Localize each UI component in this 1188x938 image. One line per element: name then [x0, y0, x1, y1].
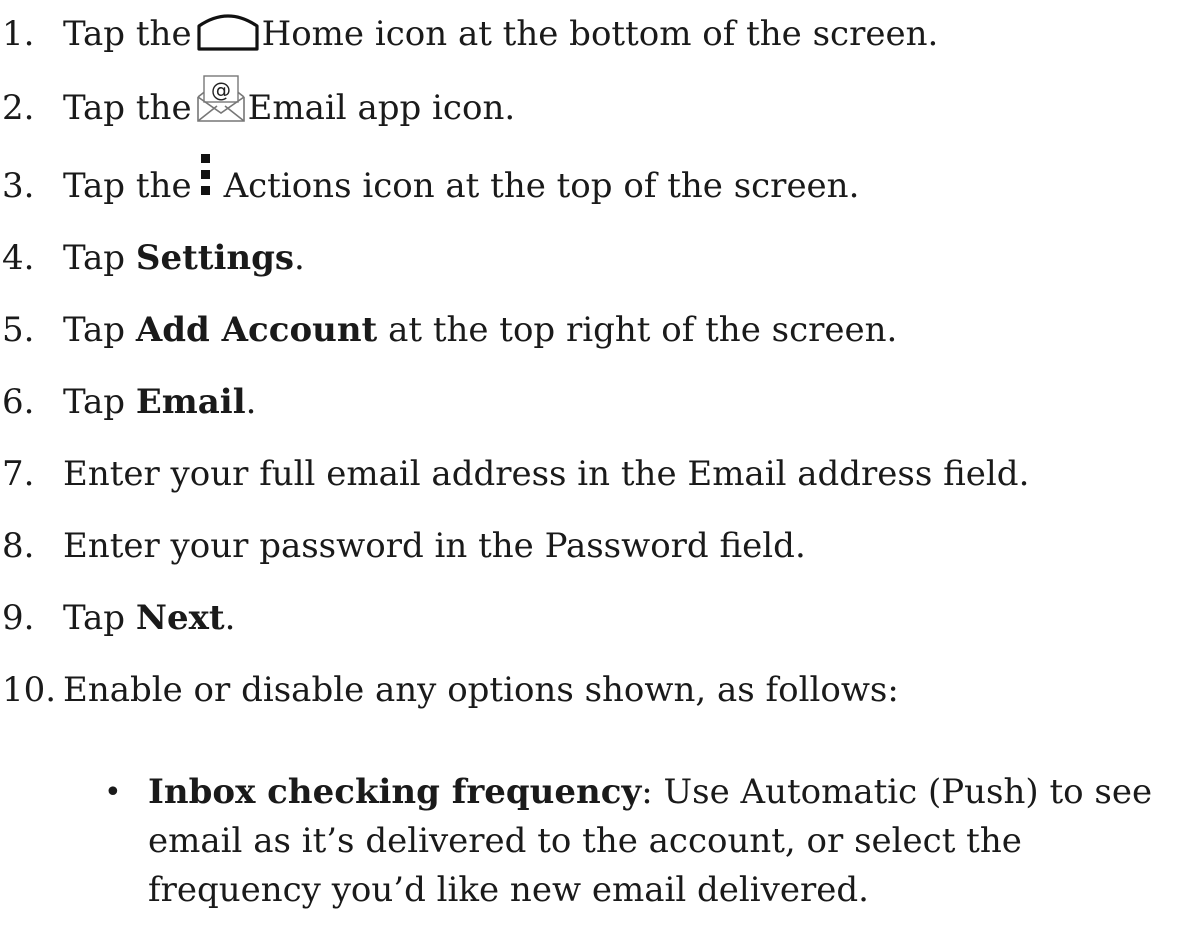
- step-text: Enter your password in the Password fiel…: [63, 526, 806, 566]
- step-text: Tap the Home icon at the bottom of the sc…: [63, 6, 938, 62]
- bullet: •: [104, 775, 122, 810]
- step-post-text: .: [294, 238, 305, 278]
- step-text: Tap Add Account at the top right of the …: [63, 302, 897, 358]
- step-number: 1.: [2, 14, 35, 54]
- next-label: Next: [135, 598, 225, 638]
- sub-item-text: Inbox checking frequency: Use Automatic …: [148, 768, 1182, 915]
- step-post-text: .: [224, 598, 236, 638]
- step-number: 4.: [2, 238, 35, 278]
- step-post-text: .: [245, 382, 257, 422]
- inbox-frequency-label: Inbox checking frequency: [148, 772, 642, 812]
- step-number: 9.: [2, 598, 35, 638]
- add-account-label: Add Account: [135, 310, 378, 350]
- step-number: 2.: [2, 88, 35, 128]
- step-post-text: Home icon at the bottom of the screen.: [261, 14, 939, 54]
- step-number: 10.: [2, 670, 57, 710]
- step-text: Tap the Actions icon at the top of the s…: [63, 154, 860, 216]
- step-text: Tap Settings.: [63, 230, 305, 286]
- step-number: 3.: [2, 166, 35, 206]
- step-number: 6.: [2, 382, 35, 422]
- step-pre-text: Tap: [63, 238, 136, 278]
- email-app-icon: @: [196, 73, 246, 123]
- step-post-text: Email app icon.: [247, 88, 516, 128]
- email-label: Email: [135, 382, 246, 422]
- settings-label: Settings: [135, 238, 295, 278]
- instructions-page: 1. Tap the Home icon at the bottom of the…: [0, 0, 1188, 938]
- step-pre-text: Tap: [63, 598, 136, 638]
- actions-icon: [198, 150, 214, 206]
- step-pre-text: Tap the: [63, 166, 192, 206]
- step-pre-text: Tap the: [63, 14, 192, 54]
- step-pre-text: Tap the: [63, 88, 192, 128]
- step-pre-text: Tap: [63, 382, 136, 422]
- svg-text:@: @: [211, 78, 231, 102]
- step-number: 8.: [2, 526, 35, 566]
- step-text: Enter your full email address in the Ema…: [63, 454, 1030, 494]
- step-text: Tap Next.: [63, 590, 235, 646]
- step-number: 5.: [2, 310, 35, 350]
- step-text: Tap Email.: [63, 374, 256, 430]
- step-text: Enable or disable any options shown, as …: [63, 670, 899, 710]
- step-pre-text: Tap: [63, 310, 136, 350]
- home-icon: [196, 12, 260, 52]
- step-number: 7.: [2, 454, 35, 494]
- step-post-text: Actions icon at the top of the screen.: [223, 166, 860, 206]
- step-text: Tap the @ Email app icon.: [63, 75, 516, 136]
- step-post-text: at the top right of the screen.: [377, 310, 898, 350]
